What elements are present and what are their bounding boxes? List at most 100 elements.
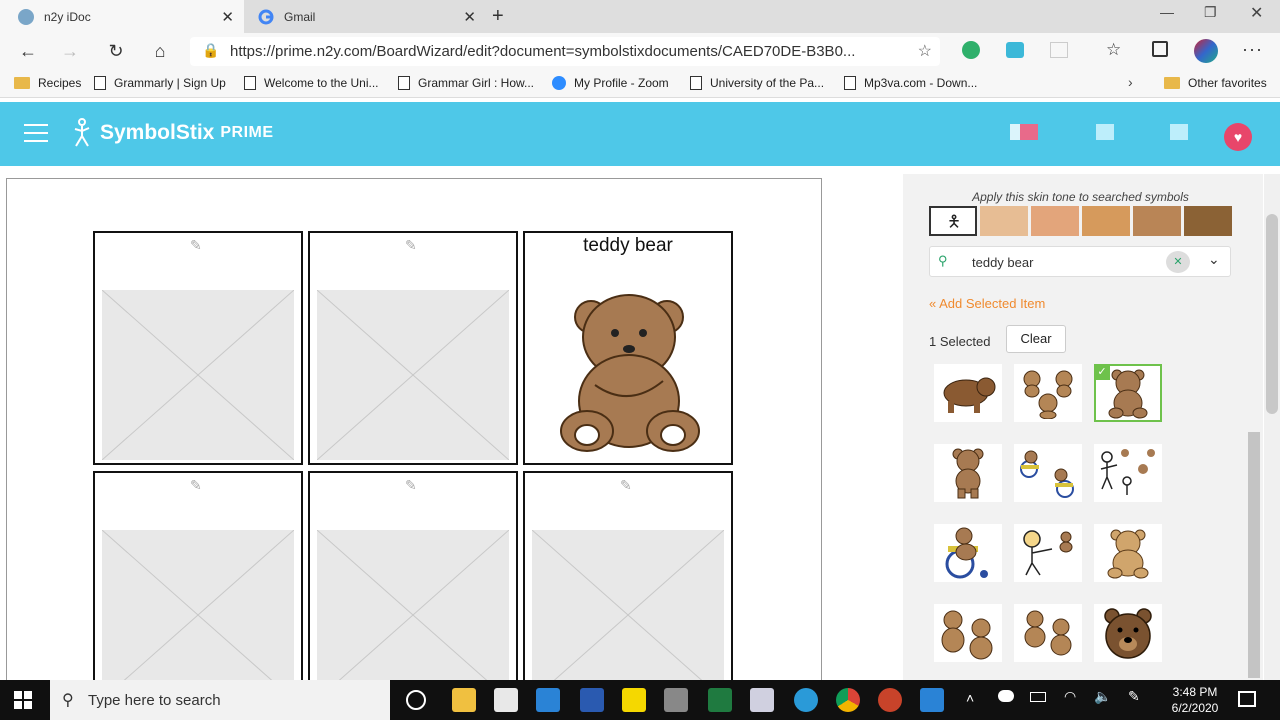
symbol-search-panel: Apply this skin tone to searched symbols… bbox=[903, 174, 1263, 680]
store-icon[interactable] bbox=[494, 688, 518, 712]
result-bear-wheelchair-pair[interactable] bbox=[1014, 444, 1082, 502]
file-explorer-icon[interactable] bbox=[452, 688, 476, 712]
excel-icon[interactable] bbox=[708, 688, 732, 712]
url-field[interactable]: 🔒 https://prime.n2y.com/BoardWizard/edit… bbox=[190, 37, 940, 66]
board-cell-6[interactable]: ✎ bbox=[523, 471, 733, 705]
tab-n2y-idoc[interactable]: n2y iDoc ✕ bbox=[0, 0, 244, 33]
favorite-university[interactable]: University of the Pa... bbox=[690, 76, 824, 90]
onedrive-icon[interactable] bbox=[998, 690, 1014, 702]
skin-tone-default[interactable]: 🯅 bbox=[929, 206, 977, 236]
wifi-icon[interactable]: ◠ bbox=[1064, 688, 1076, 705]
favorite-zoom[interactable]: My Profile - Zoom bbox=[552, 76, 669, 90]
chevron-up-icon[interactable]: ˄ bbox=[966, 690, 974, 706]
scrollbar-thumb[interactable] bbox=[1266, 214, 1278, 414]
home-icon[interactable]: ⌂ bbox=[148, 41, 172, 62]
pencil-icon[interactable]: ✎ bbox=[405, 477, 417, 494]
word-icon[interactable] bbox=[580, 688, 604, 712]
favorite-grammar-girl[interactable]: Grammar Girl : How... bbox=[398, 76, 534, 90]
powerpoint-icon[interactable] bbox=[878, 688, 902, 712]
skin-tone-5[interactable] bbox=[1184, 206, 1232, 236]
edge-icon[interactable] bbox=[794, 688, 818, 712]
board-cell-2[interactable]: ✎ bbox=[308, 231, 518, 465]
teddy-bear-sitting-icon bbox=[1107, 529, 1149, 579]
favorite-mp3va[interactable]: Mp3va.com - Down... bbox=[844, 76, 977, 90]
favorite-welcome[interactable]: Welcome to the Uni... bbox=[244, 76, 379, 90]
board-cell-5[interactable]: ✎ bbox=[308, 471, 518, 705]
notifications-icon[interactable] bbox=[1238, 691, 1256, 707]
pencil-icon[interactable]: ✎ bbox=[190, 237, 202, 254]
pencil-icon[interactable]: ✎ bbox=[190, 477, 202, 494]
clock-date: 6/2/2020 bbox=[1171, 701, 1219, 715]
settings-app-icon[interactable] bbox=[920, 688, 944, 712]
refresh-icon[interactable]: ↻ bbox=[104, 41, 128, 62]
favorite-label: Grammar Girl : How... bbox=[418, 76, 535, 90]
favorites-icon[interactable]: ☆ bbox=[1106, 40, 1121, 60]
page-scrollbar[interactable] bbox=[1264, 174, 1280, 680]
snip-icon[interactable] bbox=[750, 688, 774, 712]
add-selected-item-link[interactable]: « Add Selected Item bbox=[929, 296, 1045, 311]
board-cell-1[interactable]: ✎ bbox=[93, 231, 303, 465]
favorite-grammarly[interactable]: Grammarly | Sign Up bbox=[94, 76, 226, 90]
extension-cloud-icon[interactable] bbox=[1006, 42, 1024, 58]
chrome-icon[interactable] bbox=[836, 688, 860, 712]
board-cell-3[interactable]: teddy bear bbox=[523, 231, 733, 465]
windows-start-icon[interactable] bbox=[14, 691, 32, 709]
result-person-throwing-bears[interactable] bbox=[1094, 444, 1162, 502]
symbol-search-input[interactable]: ⚲ teddy bear ✕ ⌄ bbox=[929, 246, 1231, 277]
favorite-star-icon[interactable]: ☆ bbox=[918, 41, 932, 61]
address-bar-row: ← → ↻ ⌂ 🔒 https://prime.n2y.com/BoardWiz… bbox=[0, 33, 1280, 70]
skin-tone-1[interactable] bbox=[980, 206, 1028, 236]
clear-search-icon[interactable]: ✕ bbox=[1166, 251, 1190, 273]
pencil-icon[interactable]: ✎ bbox=[620, 477, 632, 494]
mail-icon[interactable] bbox=[536, 688, 560, 712]
board-cell-4[interactable]: ✎ bbox=[93, 471, 303, 705]
chevron-right-icon[interactable]: › bbox=[1128, 74, 1133, 90]
result-person-reaching-bear[interactable] bbox=[1014, 524, 1082, 582]
result-bear-in-wheelchair[interactable] bbox=[934, 524, 1002, 582]
heart-icon[interactable]: ♥ bbox=[1224, 123, 1252, 151]
minimize-icon[interactable]: — bbox=[1160, 4, 1174, 20]
restore-icon[interactable]: ❐ bbox=[1204, 4, 1217, 21]
chevron-down-icon[interactable]: ⌄ bbox=[1208, 251, 1220, 268]
notification-icon[interactable] bbox=[1010, 124, 1020, 140]
result-two-small-bears[interactable] bbox=[1014, 604, 1082, 662]
tab-gmail[interactable]: Gmail ✕ bbox=[244, 0, 486, 33]
pencil-icon[interactable]: ✎ bbox=[405, 237, 417, 254]
collections-icon[interactable] bbox=[1152, 41, 1168, 57]
battery-icon[interactable] bbox=[1030, 692, 1046, 702]
taskbar-search-box[interactable]: ⚲ Type here to search bbox=[50, 680, 390, 720]
skin-tone-4[interactable] bbox=[1133, 206, 1181, 236]
sticky-notes-icon[interactable] bbox=[622, 688, 646, 712]
hamburger-menu-icon[interactable] bbox=[24, 124, 48, 142]
skin-tone-2[interactable] bbox=[1031, 206, 1079, 236]
cortana-icon[interactable] bbox=[406, 690, 426, 710]
favorite-recipes[interactable]: Recipes bbox=[14, 76, 81, 90]
result-two-bears[interactable] bbox=[934, 604, 1002, 662]
favorite-other[interactable]: Other favorites bbox=[1164, 76, 1267, 90]
calculator-icon[interactable] bbox=[664, 688, 688, 712]
forward-icon[interactable]: → bbox=[58, 41, 82, 62]
result-teddy-bear-standing[interactable] bbox=[934, 444, 1002, 502]
result-bear-face[interactable] bbox=[1094, 604, 1162, 662]
new-tab-icon[interactable]: + bbox=[492, 5, 504, 28]
result-teddy-bear-selected[interactable]: ✓ bbox=[1094, 364, 1162, 422]
close-window-icon[interactable]: ✕ bbox=[1250, 3, 1263, 23]
panel-scrollbar-thumb[interactable] bbox=[1248, 432, 1260, 678]
pen-icon[interactable]: ✎ bbox=[1128, 688, 1140, 705]
result-three-bears[interactable] bbox=[1014, 364, 1082, 422]
more-menu-icon[interactable]: ··· bbox=[1242, 39, 1263, 60]
result-brown-bear[interactable] bbox=[934, 364, 1002, 422]
extension-box-icon[interactable] bbox=[1050, 42, 1068, 58]
close-tab-icon[interactable]: ✕ bbox=[463, 8, 476, 26]
extension-grammarly-icon[interactable] bbox=[962, 41, 980, 59]
back-icon[interactable]: ← bbox=[16, 41, 40, 62]
volume-icon[interactable]: 🔈 bbox=[1094, 688, 1111, 705]
result-teddy-bear-sitting[interactable] bbox=[1094, 524, 1162, 582]
close-tab-icon[interactable]: ✕ bbox=[221, 8, 234, 26]
skin-tone-3[interactable] bbox=[1082, 206, 1130, 236]
profile-avatar[interactable] bbox=[1194, 39, 1218, 63]
favorites-bar: Recipes Grammarly | Sign Up Welcome to t… bbox=[0, 70, 1280, 98]
tab-bar: n2y iDoc ✕ Gmail ✕ + — ❐ ✕ bbox=[0, 0, 1280, 33]
taskbar-clock[interactable]: 3:48 PM 6/2/2020 bbox=[1160, 684, 1230, 716]
clear-button[interactable]: Clear bbox=[1006, 325, 1066, 353]
